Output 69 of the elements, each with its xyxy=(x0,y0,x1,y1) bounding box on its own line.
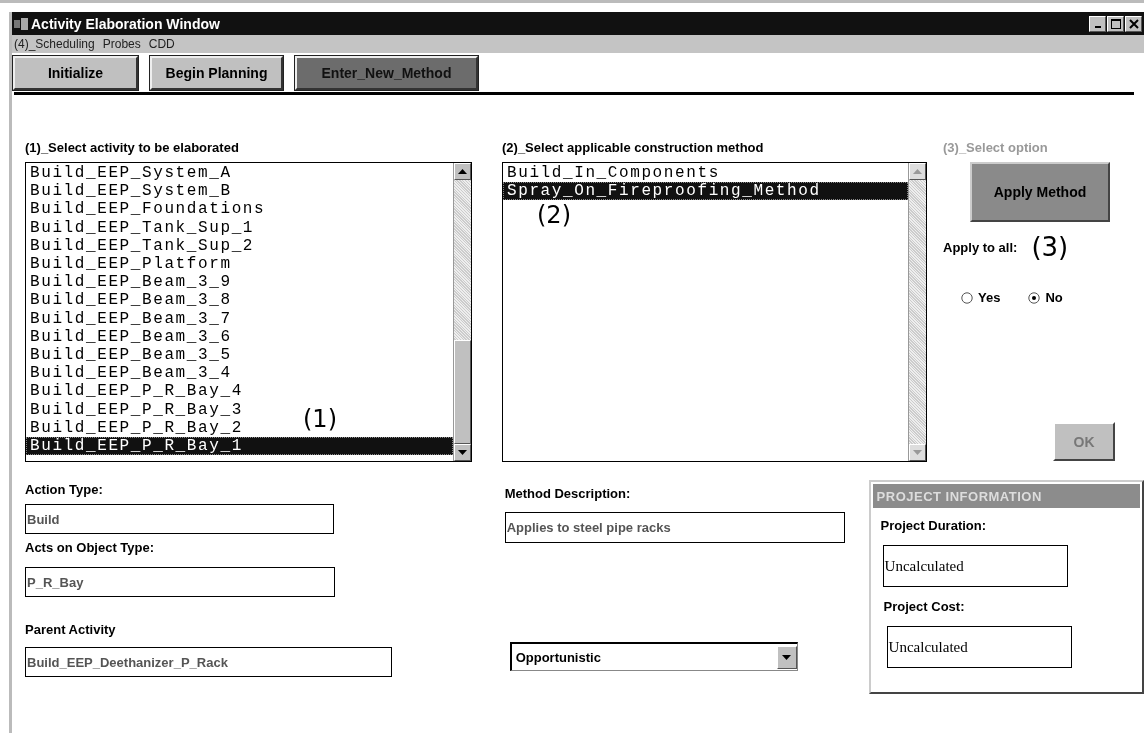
scroll-down-button[interactable] xyxy=(454,444,471,461)
down-arrow-icon xyxy=(913,450,922,455)
maximize-icon xyxy=(1110,18,1121,29)
close-icon xyxy=(1128,18,1139,29)
list-item[interactable]: Build_EEP_Beam_3_5 xyxy=(26,346,232,365)
list-item[interactable]: Build_EEP_P_R_Bay_1 xyxy=(26,437,453,456)
list-item[interactable]: Build_EEP_Beam_3_4 xyxy=(26,364,232,383)
step-marker: (2) xyxy=(537,203,571,227)
up-arrow-icon xyxy=(913,169,922,174)
input-field[interactable]: Build xyxy=(25,504,334,534)
list-item[interactable]: Build_EEP_Beam_3_8 xyxy=(26,291,232,310)
scroll-up-button[interactable] xyxy=(454,163,471,180)
window-title: Activity Elaboration Window xyxy=(31,15,220,32)
input-field[interactable]: Applies to steel pipe racks xyxy=(504,512,845,543)
section-heading: (2)_Select applicable construction method xyxy=(502,140,765,157)
menu-item[interactable]: Probes xyxy=(102,37,141,51)
toolbar-button[interactable]: Begin Planning xyxy=(150,56,283,90)
maximize-button[interactable] xyxy=(1107,15,1124,32)
step-marker: (3) xyxy=(1031,232,1069,262)
up-arrow-icon xyxy=(458,169,467,174)
list-item[interactable]: Build_EEP_P_R_Bay_3 xyxy=(26,400,243,419)
activity-list[interactable] xyxy=(25,162,472,462)
field-label: Method Description: xyxy=(504,486,631,501)
section-heading: (3)_Select option xyxy=(943,140,1048,157)
method-list[interactable]: Build_In_Components Spray_On_Fireproofing_Method (2) xyxy=(502,162,927,462)
apply-to-all-label: Apply to all: xyxy=(943,239,1018,255)
strategy-dropdown[interactable]: Opportunistic xyxy=(509,642,798,671)
field-label: Action Type: xyxy=(25,482,103,497)
radio-option[interactable]: Yes xyxy=(961,290,1001,305)
input-field[interactable]: Build_EEP_Deethanizer_P_Rack xyxy=(25,647,392,677)
list-item[interactable]: Build_EEP_Platform xyxy=(26,255,232,274)
list-item[interactable]: Build_EEP_Beam_3_9 xyxy=(26,273,232,292)
value-field: Uncalculated xyxy=(882,545,1068,587)
minimize-icon xyxy=(1094,25,1101,28)
toolbar-button[interactable]: Initialize xyxy=(13,56,138,90)
menu-item[interactable]: CDD xyxy=(148,37,175,51)
apply-method-button[interactable]: Apply Method xyxy=(970,162,1110,222)
app-icon xyxy=(14,17,28,30)
panel-title: PROJECT INFORMATION xyxy=(872,484,1140,508)
step-marker: (1) xyxy=(303,406,337,432)
list-item[interactable]: Build_EEP_System_B xyxy=(26,182,232,201)
input-field[interactable]: P_R_Bay xyxy=(25,567,335,597)
caret-icon xyxy=(782,654,792,660)
list-item[interactable]: Build_EEP_Tank_Sup_1 xyxy=(26,218,255,237)
list-item[interactable]: Build_EEP_Tank_Sup_2 xyxy=(26,236,255,255)
list-item[interactable]: Build_In_Components xyxy=(503,164,720,183)
scroll-down-button[interactable] xyxy=(909,444,926,461)
list-item[interactable]: Build_EEP_Beam_3_6 xyxy=(26,327,232,347)
field-label: Project Cost: xyxy=(883,599,966,614)
list-item[interactable]: Spray_On_Fireproofing_Method xyxy=(503,182,908,201)
field-label: Parent Activity xyxy=(25,622,116,637)
scroll-thumb[interactable] xyxy=(454,340,471,444)
scroll-up-button[interactable] xyxy=(909,163,926,180)
list-item[interactable]: Build_EEP_System_A xyxy=(26,164,232,183)
menu-item[interactable]: (4)_Scheduling xyxy=(14,37,95,51)
list-item[interactable]: Build_EEP_Foundations xyxy=(26,200,266,219)
list-item[interactable]: Build_EEP_Beam_3_7 xyxy=(26,309,232,328)
field-label: Acts on Object Type: xyxy=(25,540,155,555)
list-item[interactable]: Build_EEP_P_R_Bay_2 xyxy=(26,418,243,438)
value-field: Uncalculated xyxy=(886,626,1072,668)
down-arrow-icon xyxy=(458,450,467,455)
section-heading: (1)_Select activity to be elaborated xyxy=(25,140,240,157)
toolbar-button[interactable]: Enter_New_Method xyxy=(295,56,478,90)
list-item[interactable]: Build_EEP_P_R_Bay_4 xyxy=(26,382,243,401)
close-button[interactable] xyxy=(1125,15,1142,32)
field-label: Project Duration: xyxy=(880,518,988,533)
minimize-button[interactable] xyxy=(1089,15,1106,32)
radio-option[interactable]: No xyxy=(1028,290,1063,305)
scrollbar[interactable] xyxy=(453,163,471,461)
